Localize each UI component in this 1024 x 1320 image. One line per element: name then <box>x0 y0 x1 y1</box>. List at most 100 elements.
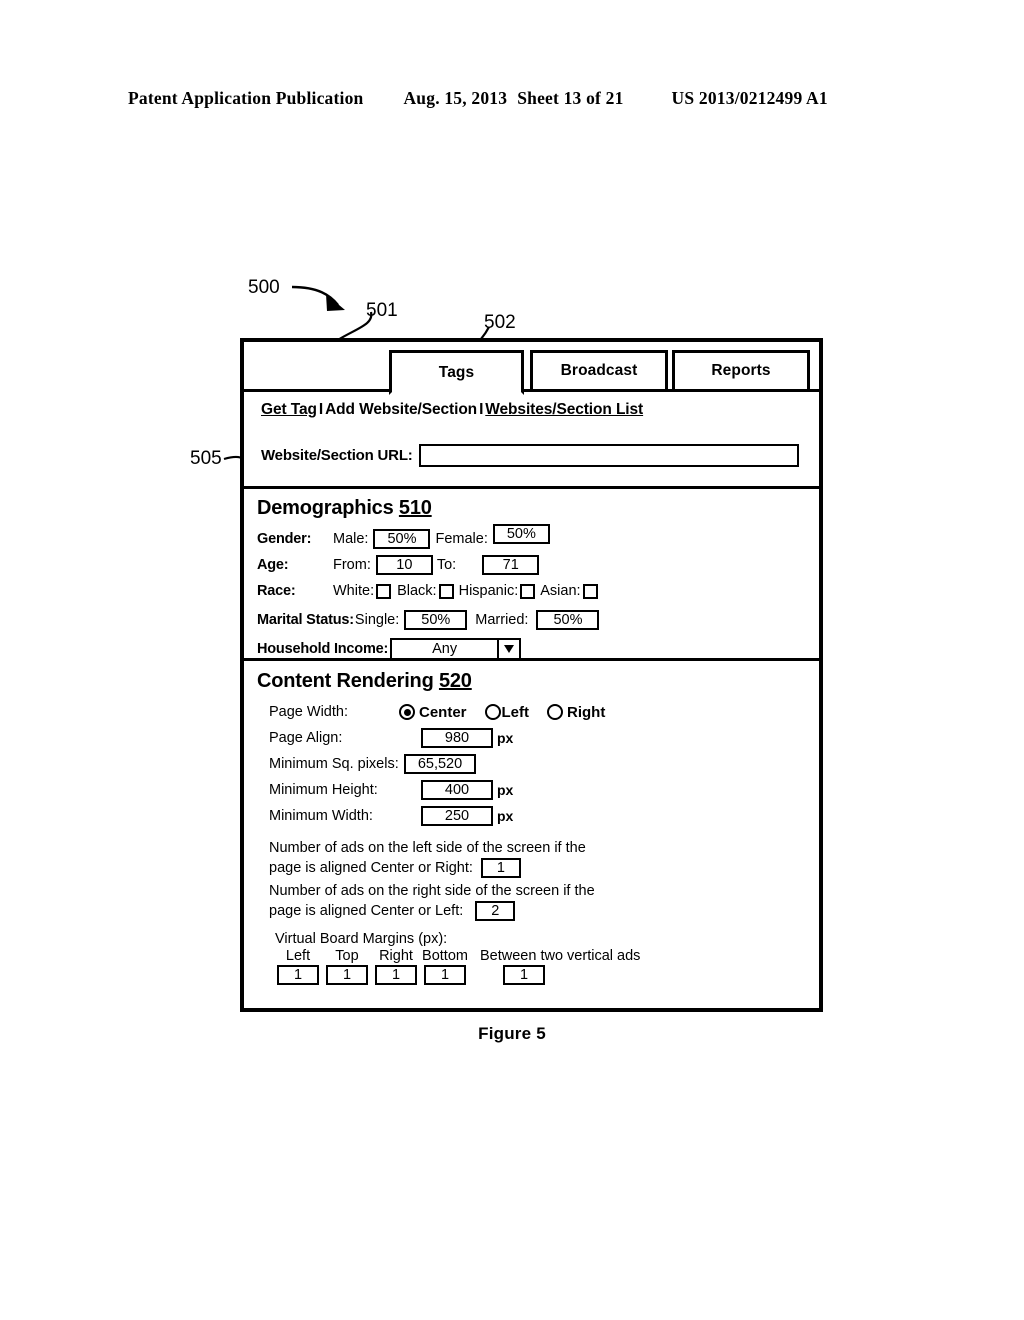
page-width-option-center[interactable]: Center <box>399 704 467 721</box>
ads-right-paragraph: Number of ads on the right side of the s… <box>257 882 819 921</box>
age-row: Age: From: 10 To: 71 <box>257 552 819 578</box>
minimum-width-label: Minimum Width: <box>269 808 373 824</box>
household-income-select[interactable]: Any <box>390 638 522 660</box>
tab-broadcast-label: Broadcast <box>560 362 638 379</box>
reference-numeral-502: 502 <box>484 312 516 333</box>
ads-left-line2: page is aligned Center or Right: <box>269 859 473 876</box>
marital-single-label: Single: <box>354 612 400 628</box>
vbm-input-bottom[interactable]: 1 <box>424 965 466 985</box>
page-width-radio-group: Center Left Right <box>399 704 623 721</box>
minimum-sq-pixels-input[interactable]: 65,520 <box>404 754 476 774</box>
tab-bar: Tags Broadcast Reports <box>244 342 819 395</box>
virtual-board-margins-inputs: 1 1 1 1 1 <box>257 965 819 985</box>
content-rendering-ref-number: 520 <box>438 670 472 692</box>
race-label: Race: <box>257 583 296 599</box>
nav-separator-1: I <box>318 401 324 418</box>
ads-right-line1: Number of ads on the right side of the s… <box>269 883 595 899</box>
website-section-url-row: Website/Section URL: <box>261 444 799 467</box>
virtual-board-margins-headers: Left Top Right Bottom Between two vertic… <box>257 948 819 964</box>
radio-left-icon <box>484 704 501 720</box>
tab-reports[interactable]: Reports <box>672 350 810 392</box>
ads-left-line2-row: page is aligned Center or Right: 1 <box>269 858 819 878</box>
vbm-input-between-ads[interactable]: 1 <box>503 965 545 985</box>
publication-header-number: US 2013/0212499 A1 <box>671 88 828 108</box>
ads-left-paragraph: Number of ads on the left side of the sc… <box>257 839 819 878</box>
reference-numeral-500: 500 <box>248 277 280 298</box>
page-width-option-left[interactable]: Left <box>484 704 529 721</box>
page-width-label: Page Width: <box>269 704 348 720</box>
application-window: Tags Broadcast Reports Get Tag I Add Websi… <box>240 338 823 1012</box>
race-row: Race: White: Black: Hispanic: Asian: <box>257 578 819 604</box>
minimum-height-row: Minimum Height: 400 px <box>257 777 819 803</box>
gender-male-input[interactable]: 50% <box>373 529 431 549</box>
demographics-ref-number: 510 <box>398 497 432 519</box>
vbm-input-left[interactable]: 1 <box>277 965 319 985</box>
nav-link-websites-section-list[interactable]: Websites/Section List <box>485 401 643 418</box>
age-from-input[interactable]: 10 <box>375 555 433 575</box>
gender-label: Gender: <box>257 531 312 547</box>
minimum-height-label: Minimum Height: <box>269 782 378 798</box>
race-hispanic-checkbox[interactable] <box>520 583 536 599</box>
page-width-center-label: Center <box>419 703 467 721</box>
ads-left-input[interactable]: 1 <box>480 858 521 878</box>
gender-male-label: Male: <box>333 531 369 547</box>
demographics-title: Demographics 510 <box>257 497 819 520</box>
minimum-height-input[interactable]: 400 <box>421 780 493 800</box>
marital-status-row: Marital Status: Single: 50% Married: 50% <box>257 607 819 633</box>
household-income-label: Household Income: <box>257 641 389 657</box>
radio-center-icon <box>399 704 415 720</box>
publication-header-title: Patent Application Publication <box>128 88 364 108</box>
chevron-down-icon <box>497 640 519 658</box>
race-asian-checkbox[interactable] <box>582 583 598 599</box>
age-from-label: From: <box>333 557 371 573</box>
nav-link-get-tag[interactable]: Get Tag <box>261 401 317 418</box>
race-black-label: Black: <box>397 583 437 599</box>
minimum-width-input[interactable]: 250 <box>421 806 493 826</box>
race-hispanic-label: Hispanic: <box>458 583 519 599</box>
page-width-row: Page Width: Center Left Right <box>257 699 819 725</box>
content-rendering-title-text: Content Rendering <box>257 670 434 692</box>
marital-married-label: Married: <box>475 612 529 628</box>
ads-right-line2-row: page is aligned Center or Left: 2 <box>269 901 819 921</box>
publication-header-sheet: Sheet 13 of 21 <box>517 88 624 108</box>
marital-single-input[interactable]: 50% <box>404 610 468 630</box>
page-align-unit: px <box>497 730 514 746</box>
url-section: Get Tag I Add Website/Section I Websites/Sec… <box>244 392 819 489</box>
tab-reports-label: Reports <box>711 362 771 379</box>
content-rendering-title: Content Rendering 520 <box>257 670 819 693</box>
vbm-header-top: Top <box>335 948 359 964</box>
page-width-right-label: Right <box>567 703 606 721</box>
page-align-input[interactable]: 980 <box>421 728 493 748</box>
race-asian-label: Asian: <box>540 583 581 599</box>
demographics-section: Demographics 510 Gender: Male: 50% Femal… <box>244 489 819 661</box>
vbm-header-between-ads: Between two vertical ads <box>480 948 641 964</box>
content-rendering-section: Content Rendering 520 Page Width: Center… <box>244 661 819 999</box>
gender-female-input[interactable]: 50% <box>492 524 550 544</box>
tab-tags[interactable]: Tags <box>389 350 524 395</box>
race-white-checkbox[interactable] <box>376 583 392 599</box>
vbm-input-top[interactable]: 1 <box>326 965 368 985</box>
virtual-board-margins-title: Virtual Board Margins (px): <box>275 931 448 947</box>
vbm-header-left: Left <box>285 948 311 964</box>
website-section-url-label: Website/Section URL: <box>261 447 413 464</box>
reference-numeral-505: 505 <box>190 448 222 469</box>
marital-married-input[interactable]: 50% <box>536 610 600 630</box>
ads-right-input[interactable]: 2 <box>475 901 516 921</box>
age-to-input[interactable]: 71 <box>482 555 540 575</box>
page-align-row: Page Align: 980 px <box>257 725 819 751</box>
race-white-label: White: <box>333 583 375 599</box>
publication-header: Patent Application Publication Aug. 15, … <box>128 88 896 109</box>
minimum-sq-pixels-row: Minimum Sq. pixels: 65,520 <box>257 751 819 777</box>
ads-left-line1: Number of ads on the left side of the sc… <box>269 840 586 856</box>
ads-right-line2: page is aligned Center or Left: <box>269 902 464 919</box>
nav-links-row: Get Tag I Add Website/Section I Websites/Sec… <box>244 392 819 419</box>
vbm-input-right[interactable]: 1 <box>375 965 417 985</box>
website-section-url-input[interactable] <box>418 444 799 467</box>
page-width-option-right[interactable]: Right <box>547 704 605 721</box>
minimum-width-row: Minimum Width: 250 px <box>257 803 819 829</box>
nav-link-add-website-section[interactable]: Add Website/Section <box>325 401 477 418</box>
marital-status-label: Marital Status: <box>257 612 354 628</box>
page-align-label: Page Align: <box>269 730 343 746</box>
tab-broadcast[interactable]: Broadcast <box>530 350 668 392</box>
race-black-checkbox[interactable] <box>438 583 454 599</box>
